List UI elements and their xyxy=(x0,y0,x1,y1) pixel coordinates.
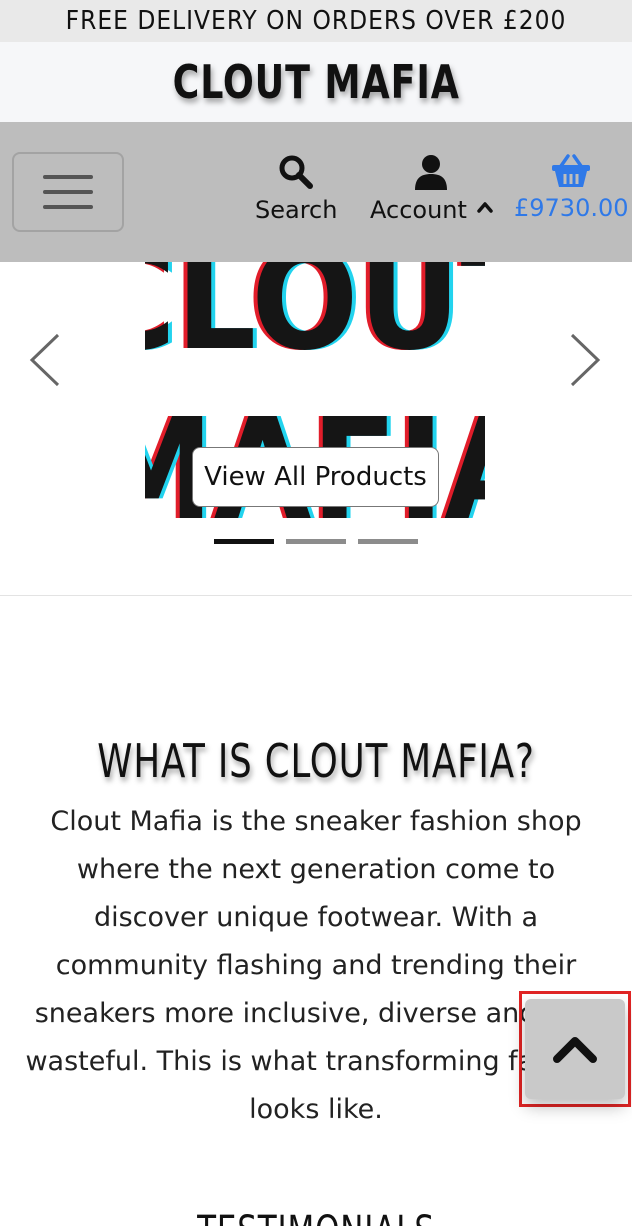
brand-header: CLOUT MAFIA xyxy=(0,42,632,122)
back-to-top-highlight xyxy=(519,991,631,1107)
cart-nav-link[interactable]: £9730.00 xyxy=(514,154,629,222)
chevron-right-icon[interactable] xyxy=(568,332,602,388)
logo-line-1: CLOUT xyxy=(145,262,485,382)
back-to-top-button[interactable] xyxy=(525,999,625,1099)
basket-icon xyxy=(552,154,591,187)
carousel-indicators xyxy=(214,539,418,544)
chevron-up-icon xyxy=(477,202,493,213)
carousel-indicator-2[interactable] xyxy=(286,539,346,544)
cart-total: £9730.00 xyxy=(514,194,629,222)
user-icon xyxy=(415,155,448,190)
view-all-products-button[interactable]: View All Products xyxy=(192,447,439,507)
search-icon xyxy=(279,155,314,189)
chevron-left-icon[interactable] xyxy=(28,332,62,388)
testimonials-heading: TESTIMONIALS xyxy=(44,1208,588,1226)
carousel-indicator-1[interactable] xyxy=(214,539,274,544)
carousel-indicator-3[interactable] xyxy=(358,539,418,544)
search-label: Search xyxy=(255,196,338,224)
chevron-up-icon xyxy=(553,1037,597,1063)
hamburger-menu-button[interactable] xyxy=(12,152,124,232)
delivery-banner: FREE DELIVERY ON ORDERS OVER £200 xyxy=(0,0,632,42)
main-navbar: Search Account £9730.00 xyxy=(0,122,632,262)
account-nav-link[interactable]: Account xyxy=(370,154,493,224)
about-heading: WHAT IS CLOUT MAFIA? xyxy=(97,734,535,788)
hamburger-menu-icon xyxy=(43,175,93,179)
hero-carousel: CLOUT CLOUT CLOUT MAFIA MAFIA MAFIA View… xyxy=(0,262,632,596)
account-label: Account xyxy=(370,196,467,224)
brand-logo-text[interactable]: CLOUT MAFIA xyxy=(172,55,459,109)
search-nav-link[interactable]: Search xyxy=(255,154,337,224)
